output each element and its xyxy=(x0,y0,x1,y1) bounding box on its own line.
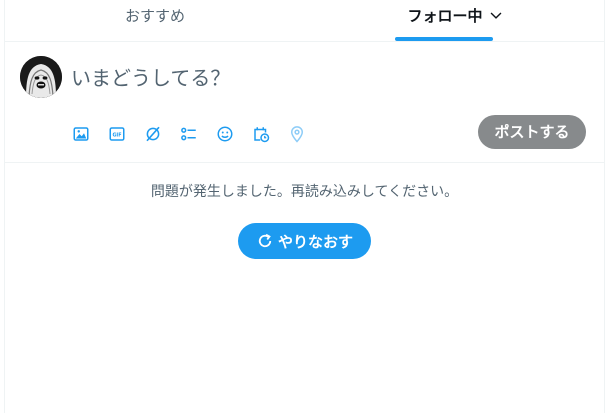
tab-recommended[interactable]: おすすめ xyxy=(5,0,305,42)
poll-icon[interactable] xyxy=(177,122,201,146)
emoji-icon[interactable] xyxy=(213,122,237,146)
post-button[interactable]: ポストする xyxy=(478,115,586,149)
chevron-down-icon[interactable] xyxy=(489,7,503,27)
post-input[interactable]: いまどうしてる？ xyxy=(71,64,230,92)
error-message: 問題が発生しました。再読み込みしてください。 xyxy=(150,184,459,200)
tab-following[interactable]: フォロー中 xyxy=(305,0,605,42)
location-icon[interactable] xyxy=(285,122,309,146)
timeline-column: おすすめ フォロー中 いまどうしてる？ GIF ポストする 問題が発生しました。… xyxy=(4,0,605,413)
media-icon[interactable] xyxy=(69,122,93,146)
tab-following-label: フォロー中 xyxy=(407,7,483,25)
gif-icon[interactable]: GIF xyxy=(105,122,129,146)
schedule-icon[interactable] xyxy=(249,122,273,146)
tab-recommended-label: おすすめ xyxy=(124,7,185,25)
refresh-icon xyxy=(258,233,272,248)
retry-button[interactable]: やりなおす xyxy=(238,223,371,259)
avatar[interactable] xyxy=(20,56,62,98)
svg-text:GIF: GIF xyxy=(112,132,121,138)
tab-following-label-wrap: フォロー中 xyxy=(305,6,605,27)
grok-icon[interactable] xyxy=(141,122,165,146)
tab-active-indicator xyxy=(395,37,493,41)
retry-label: やりなおす xyxy=(277,232,353,251)
post-composer: いまどうしてる？ GIF ポストする xyxy=(5,42,604,163)
timeline-tabs: おすすめ フォロー中 xyxy=(5,0,604,42)
